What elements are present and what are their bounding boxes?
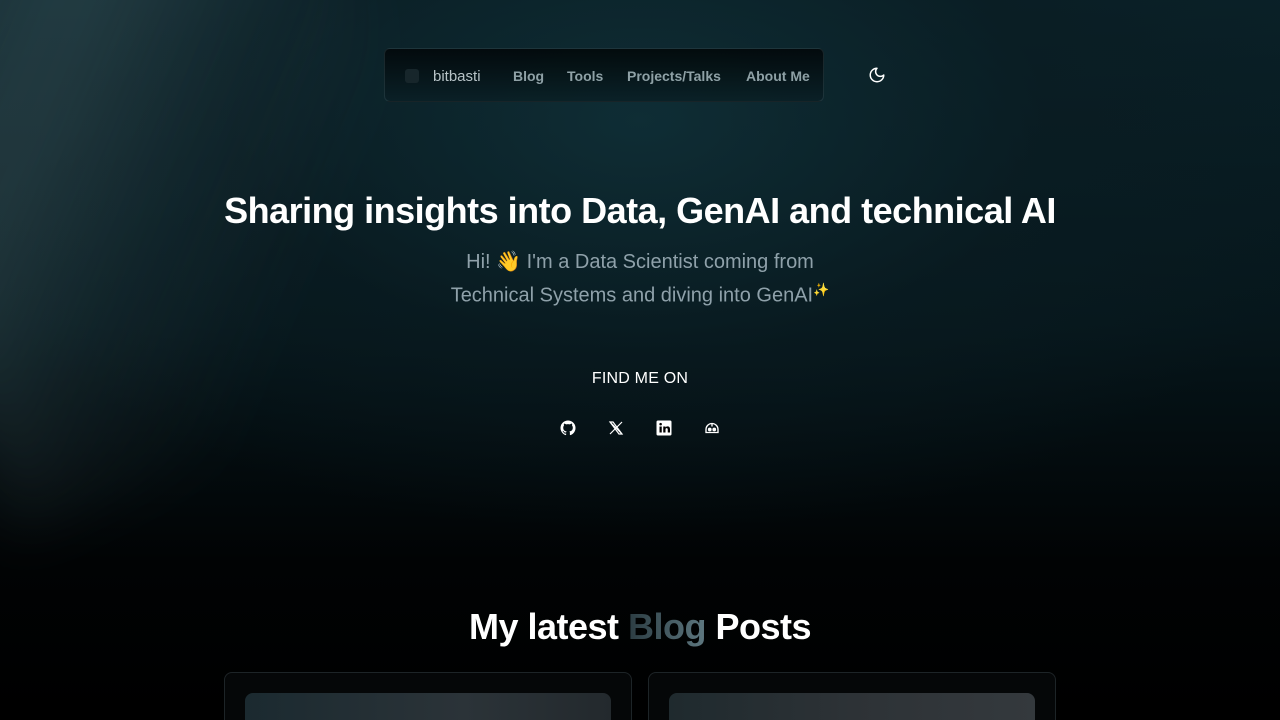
nav-logo-link[interactable]: bitbasti xyxy=(401,67,481,85)
profile-link[interactable] xyxy=(692,408,732,448)
blog-post-card[interactable] xyxy=(648,672,1056,720)
logo-icon xyxy=(405,69,419,83)
logo-text: bitbasti xyxy=(433,67,481,85)
nav-item-projects-talks[interactable]: Projects/Talks xyxy=(627,67,721,85)
find-me-label: FIND ME ON xyxy=(591,370,689,387)
linkedin-icon xyxy=(656,420,672,436)
page: bitbasti Blog Tools Projects/Talks About… xyxy=(0,0,1280,720)
github-icon xyxy=(560,420,576,436)
blog-title-suffix: Posts xyxy=(706,606,812,647)
nav-item-about-me[interactable]: About Me xyxy=(746,67,810,85)
hero-subtitle-line2-wrap: Technical Systems and diving into GenAI✨ xyxy=(400,276,880,310)
hero-subtitle-line1: Hi! 👋 I'm a Data Scientist coming from xyxy=(466,251,814,273)
linkedin-link[interactable] xyxy=(644,408,684,448)
hero-subtitle: Hi! 👋 I'm a Data Scientist coming from T… xyxy=(400,248,880,310)
blog-post-card[interactable] xyxy=(224,672,632,720)
sparkle-icon: ✨ xyxy=(813,282,830,297)
blog-post-thumbnail xyxy=(245,693,611,720)
top-navigation: bitbasti Blog Tools Projects/Talks About… xyxy=(384,48,824,102)
nav-item-blog[interactable]: Blog xyxy=(513,67,544,85)
x-link[interactable] xyxy=(596,408,636,448)
blog-post-thumbnail xyxy=(669,693,1035,720)
blog-section-title: My latest Blog Posts xyxy=(0,606,1280,648)
blog-title-accent: Blog xyxy=(628,606,706,647)
hero-subtitle-line2: Technical Systems and diving into GenAI xyxy=(450,284,814,307)
theme-toggle-button[interactable] xyxy=(858,56,896,94)
moon-icon xyxy=(869,67,885,83)
hero-title: Sharing insights into Data, GenAI and te… xyxy=(224,190,1056,231)
github-link[interactable] xyxy=(548,408,588,448)
helmet-icon xyxy=(705,422,719,434)
blog-title-prefix: My latest xyxy=(468,606,629,647)
nav-item-tools[interactable]: Tools xyxy=(567,67,603,85)
x-icon xyxy=(608,421,624,435)
